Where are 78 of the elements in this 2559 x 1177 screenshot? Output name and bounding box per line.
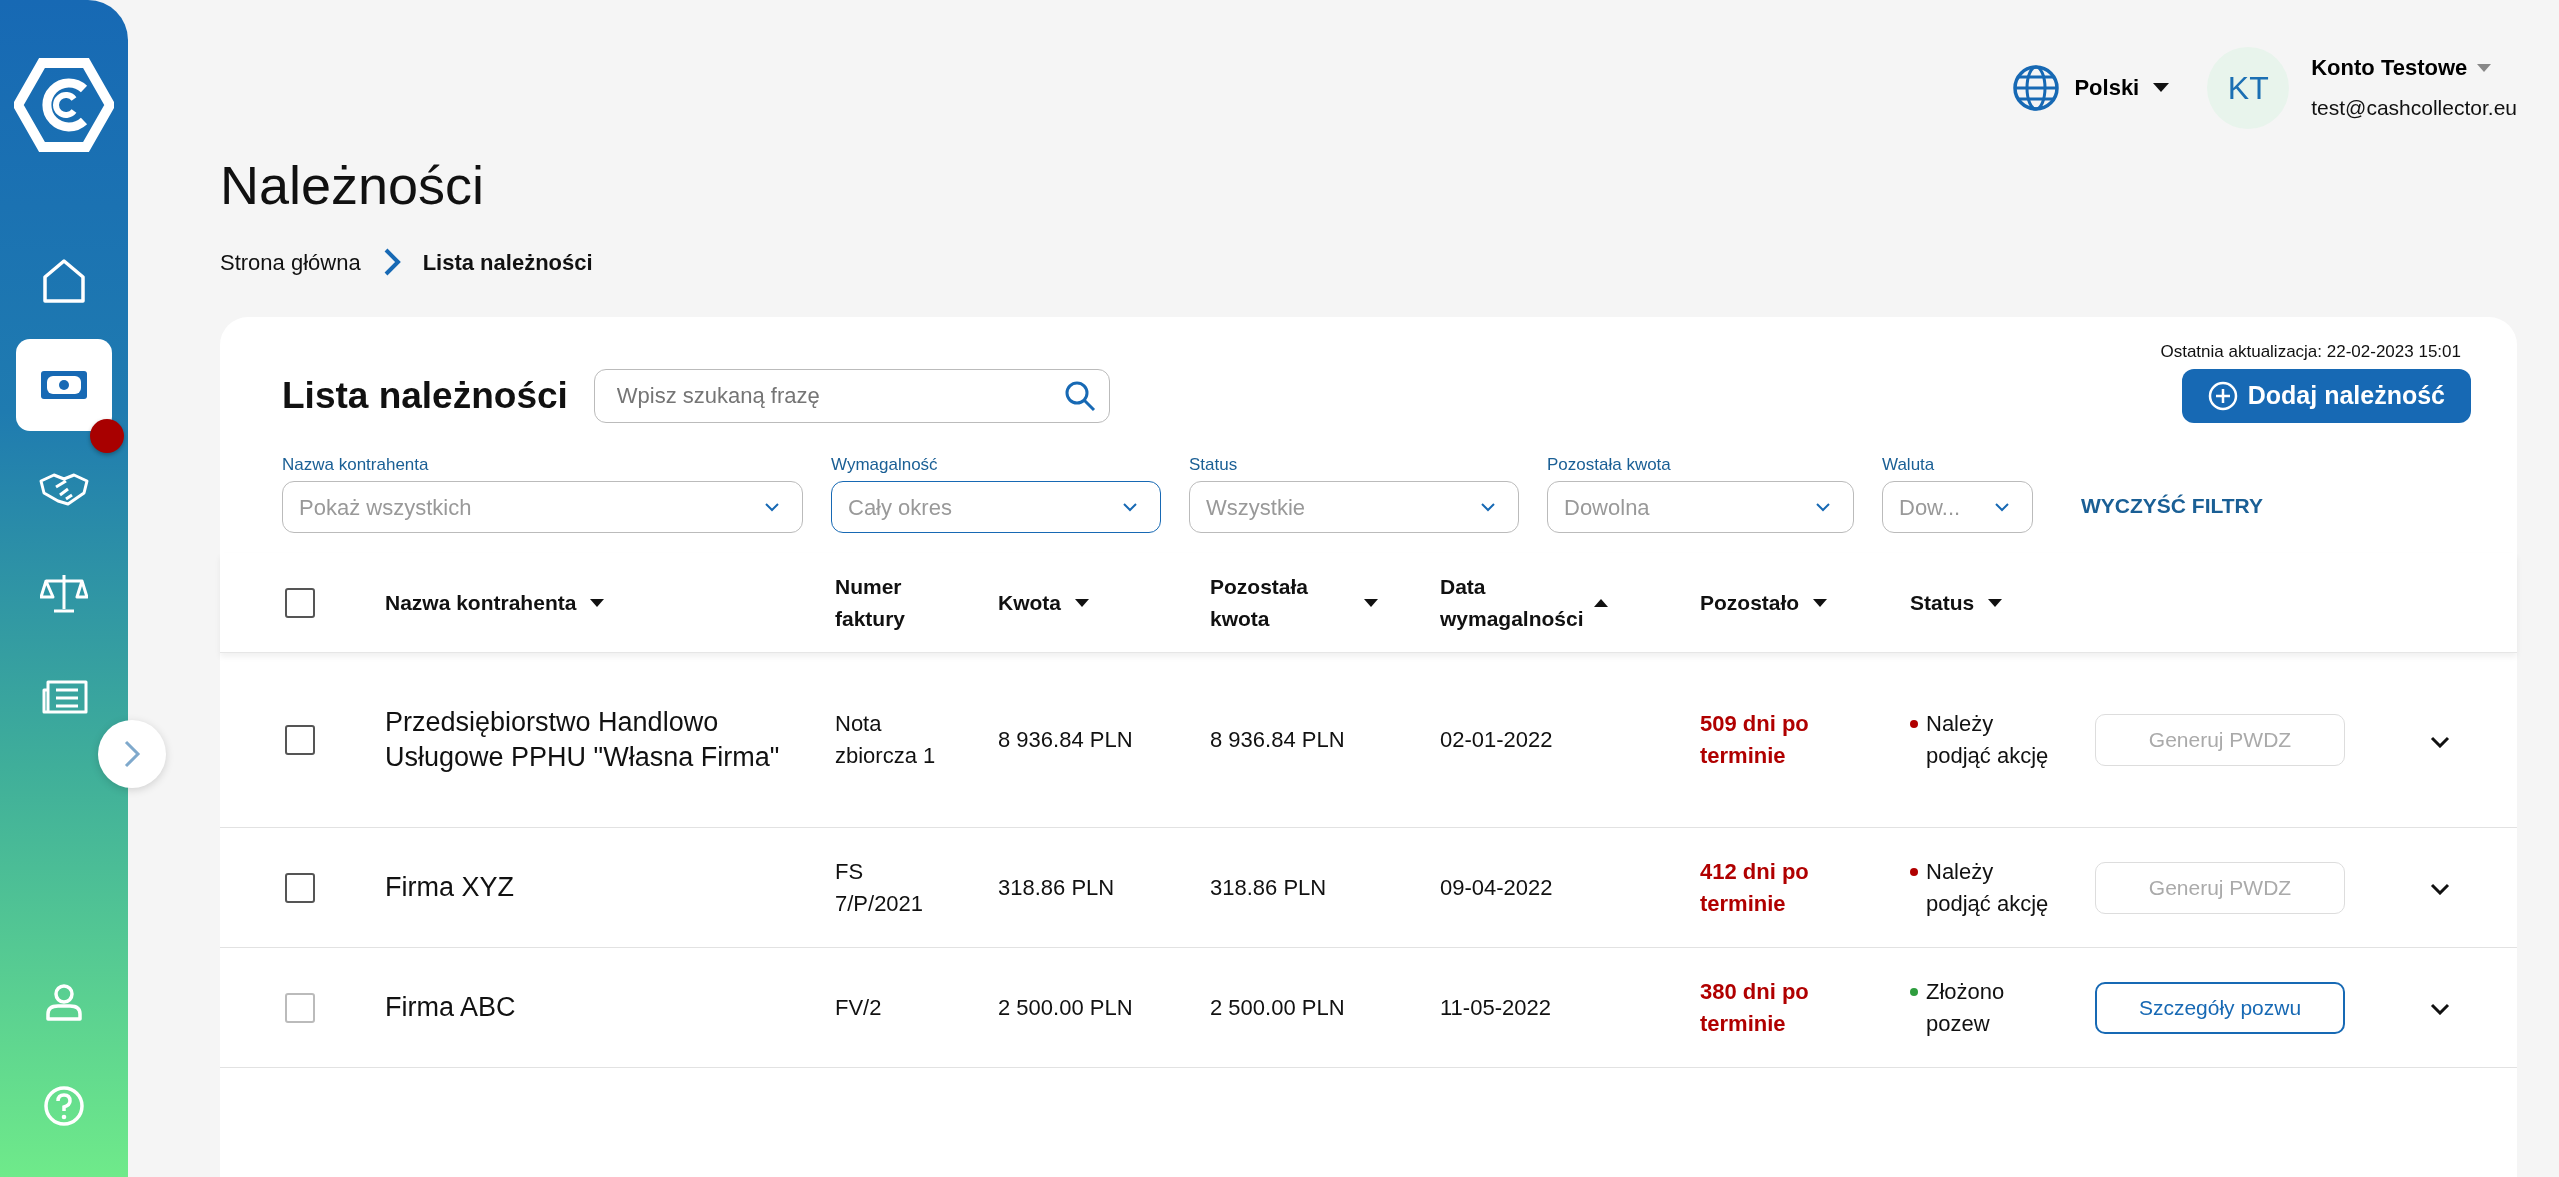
column-header[interactable]: Nazwa kontrahenta: [385, 587, 577, 619]
filter-label: Waluta: [1882, 453, 1936, 476]
card-title: Lista należności: [282, 374, 568, 419]
sort-descending-icon[interactable]: [1813, 598, 1828, 607]
column-header[interactable]: Numer faktury: [835, 571, 975, 635]
chevron-down-icon: [2430, 1003, 2450, 1016]
row-checkbox[interactable]: [285, 725, 315, 756]
sort-ascending-icon[interactable]: [1594, 598, 1608, 607]
chevron-down-icon: [1480, 502, 1496, 513]
chevron-down-icon: [2430, 735, 2450, 748]
due-date: 09-04-2022: [1440, 873, 1554, 902]
chevron-down-icon: [1994, 502, 2010, 513]
user-menu[interactable]: Konto Testowe: [2311, 51, 2492, 85]
column-header[interactable]: Pozostała kwota: [1210, 571, 1350, 635]
overdue-days: 412 dni po terminie: [1700, 855, 1850, 920]
due-date: 02-01-2022: [1440, 726, 1554, 755]
column-header[interactable]: Kwota: [998, 587, 1061, 619]
status-text: Należy podjąć akcję: [1926, 857, 2050, 918]
search-icon: [1063, 380, 1096, 413]
sort-descending-icon[interactable]: [1364, 598, 1378, 607]
remaining-amount: 8 936.84 PLN: [1210, 726, 1346, 755]
filter-label: Nazwa kontrahenta: [282, 453, 430, 476]
column-header[interactable]: Data wymagalności: [1440, 571, 1580, 635]
overdue-days: 509 dni po terminie: [1700, 708, 1850, 773]
filter-label: Wymagalność: [831, 453, 939, 476]
remaining-amount: 2 500.00 PLN: [1210, 993, 1346, 1022]
amount: 8 936.84 PLN: [998, 726, 1134, 755]
chevron-right-icon: [123, 739, 141, 769]
chevron-down-icon: [764, 502, 780, 513]
caret-icon: [2153, 82, 2170, 93]
amount: 318.86 PLN: [998, 873, 1116, 902]
debtor-name: Firma ABC: [385, 991, 517, 1025]
column-header[interactable]: Pozostało: [1700, 587, 1800, 619]
filter-label: Status: [1189, 453, 1239, 476]
sort-descending-icon[interactable]: [1988, 598, 2003, 607]
overdue-days: 380 dni po terminie: [1700, 975, 1850, 1040]
row-checkbox[interactable]: [285, 872, 315, 903]
handshake-icon: [38, 471, 90, 507]
sort-descending-icon[interactable]: [590, 598, 605, 607]
debtor-name: Przedsiębiorstwo Handlowo Usługowe PPHU "Własna Firma": [385, 706, 781, 775]
invoice-number: FV/2: [835, 993, 883, 1022]
chevron-down-icon: [1122, 502, 1138, 513]
logo-icon: [14, 55, 114, 155]
clear-filters-button[interactable]: WYCZYŚĆ FILTRY: [2061, 489, 2263, 534]
sort-descending-icon[interactable]: [1075, 598, 1089, 607]
breadcrumb-link[interactable]: Strona główna: [220, 245, 361, 279]
breadcrumb-current: Lista należności: [422, 248, 593, 277]
page-title: Należności: [220, 154, 486, 217]
home-icon: [41, 257, 87, 305]
remaining-amount: 318.86 PLN: [1210, 873, 1328, 902]
due-date: 11-05-2022: [1440, 993, 1552, 1022]
banknote-icon: [39, 368, 89, 402]
help-icon: [43, 1085, 85, 1127]
language-dropdown[interactable]: Polski: [2012, 63, 2170, 112]
expand-sidebar-button[interactable]: [98, 720, 166, 788]
user-email: test@cashcollector.eu: [2311, 95, 2517, 122]
chevron-down-icon: [1815, 502, 1831, 513]
status-text: Złożono pozew: [1926, 977, 2006, 1038]
chevron-down-icon: [2430, 883, 2450, 896]
column-header[interactable]: Status: [1910, 587, 1975, 619]
filter-label: Pozostała kwota: [1547, 453, 1672, 476]
debtor-name: Firma XYZ: [385, 871, 515, 905]
last-update-text: Ostatnia aktualizacja: 22-02-2023 15:01: [2159, 340, 2462, 363]
newspaper-icon: [40, 678, 88, 716]
chevron-right-icon: [382, 247, 401, 278]
invoice-number: Nota zbiorcza 1: [835, 710, 937, 771]
avatar: KT: [2207, 46, 2290, 129]
search-field[interactable]: Wpisz szukaną frazę: [593, 369, 1110, 424]
globe-icon: [2012, 63, 2061, 112]
user-icon: [44, 982, 84, 1022]
select-all-checkbox[interactable]: [285, 587, 315, 618]
caret-icon: [2477, 63, 2492, 72]
add-receivable-button[interactable]: Dodaj należność: [2181, 369, 2471, 424]
amount: 2 500.00 PLN: [998, 993, 1134, 1022]
invoice-number: FS 7/P/2021: [835, 857, 925, 918]
plus-circle-icon: [2207, 381, 2238, 412]
sidebar-item[interactable]: [16, 339, 112, 431]
status-text: Należy podjąć akcję: [1926, 710, 2050, 771]
